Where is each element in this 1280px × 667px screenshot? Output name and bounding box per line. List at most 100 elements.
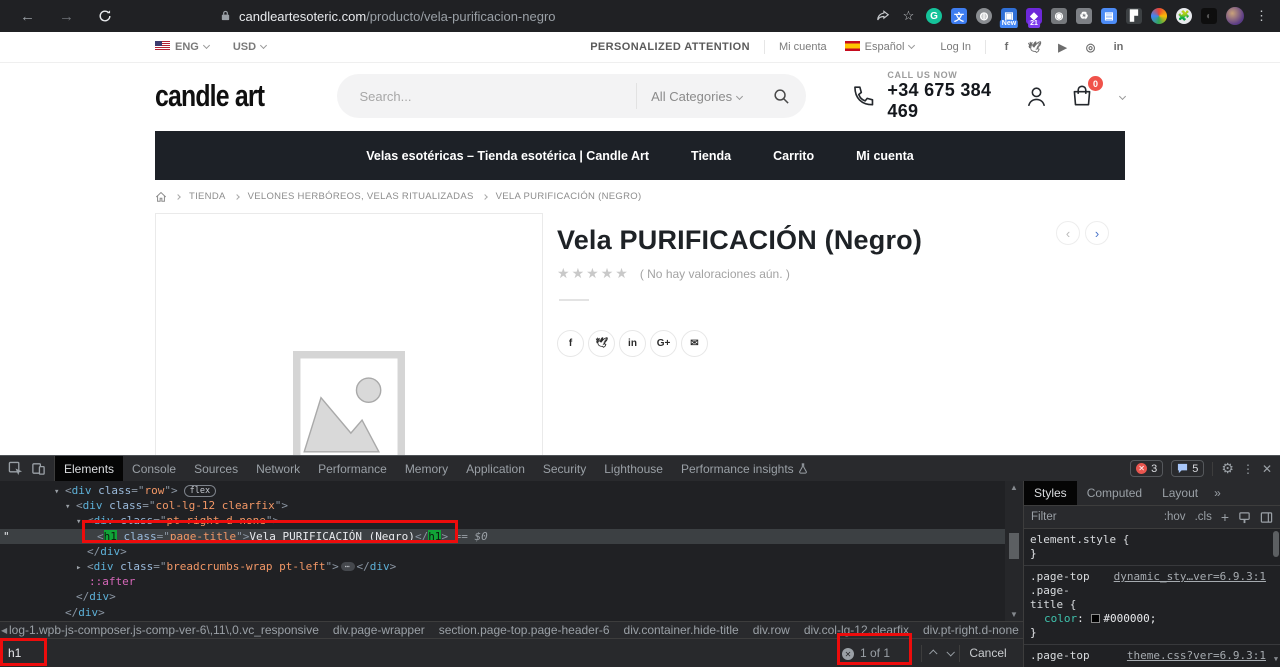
dom-tree-row-2[interactable]: ▾ <div class="col-lg-12 clearfix"> — [0, 498, 1005, 513]
linkedin-icon[interactable]: in — [1112, 41, 1125, 54]
twitter-icon[interactable]: 🕊 — [1028, 41, 1042, 54]
language2-select[interactable]: Español — [844, 41, 916, 53]
dom-tree-row-7[interactable]: ::after — [0, 574, 1005, 589]
cart-button[interactable]: 0 — [1069, 76, 1103, 109]
clear-search-icon[interactable]: ✕ — [842, 648, 854, 660]
share-linkedin-button[interactable]: in — [619, 330, 646, 357]
breadcrumb-item-2[interactable]: VELONES HERBÓREOS, VELAS RITUALIZADAS — [248, 191, 474, 202]
stylesheet-link[interactable]: dynamic_sty…ver=6.9.3:1 — [1114, 570, 1266, 612]
nav-item-3[interactable]: Carrito — [773, 149, 814, 163]
forward-button[interactable]: → — [59, 8, 74, 25]
devtools-tab-performance[interactable]: Performance — [309, 456, 396, 481]
wappalyzer-extension-icon[interactable]: ◆ 21 — [1026, 8, 1042, 28]
crumbs-scroll-left-icon[interactable]: ◀ — [1, 626, 7, 635]
search-input[interactable]: Search... — [337, 89, 636, 104]
styles-filter-input[interactable]: Filter — [1031, 511, 1155, 523]
stylesheet-link[interactable]: theme.css?ver=6.9.3:1 — [1127, 649, 1266, 667]
dom-crumb-5[interactable]: div.row — [753, 623, 790, 637]
dom-tree-row-8[interactable]: </div> — [0, 589, 1005, 604]
dom-tree-row-5[interactable]: </div> — [0, 544, 1005, 559]
class-toggle[interactable]: .cls — [1195, 511, 1212, 523]
rule-selector[interactable]: .page-top .page- title { — [1030, 649, 1123, 667]
share-icon[interactable] — [874, 8, 891, 25]
devtools-tab-console[interactable]: Console — [123, 456, 185, 481]
issues-badge[interactable]: 5 — [1171, 460, 1205, 477]
devtools-tab-performance-insights[interactable]: Performance insights — [672, 456, 817, 481]
styles-scrollbar[interactable]: ▼ — [1272, 529, 1280, 667]
color-swatch[interactable] — [1091, 614, 1101, 623]
login-link[interactable]: Log In — [940, 41, 971, 53]
dom-crumb-2[interactable]: div.page-wrapper — [333, 623, 425, 637]
breadcrumb-item-1[interactable]: TIENDA — [189, 191, 226, 202]
css-property[interactable]: color: #000000; — [1030, 612, 1266, 626]
devtools-menu-icon[interactable]: ⋮ — [1242, 462, 1254, 476]
currency-select[interactable]: USD — [233, 41, 268, 53]
contrast-extension-icon[interactable]: ◐ — [1201, 8, 1217, 24]
devtools-tab-sources[interactable]: Sources — [185, 456, 247, 481]
language-select[interactable]: ENG — [155, 41, 210, 53]
styles-tab-layout[interactable]: Layout — [1152, 481, 1208, 505]
dom-crumb-3[interactable]: section.page-top.page-header-6 — [439, 623, 610, 637]
globe-extension-icon[interactable]: ◍ — [976, 8, 992, 24]
rule-selector[interactable]: element.style { — [1030, 533, 1129, 547]
elements-scrollbar[interactable]: ▲ ▼ — [1005, 481, 1023, 621]
scrollbar-thumb[interactable] — [1009, 533, 1019, 559]
prev-product-button[interactable]: ‹ — [1056, 221, 1080, 245]
inspect-element-icon[interactable] — [8, 461, 23, 476]
nav-item-4[interactable]: Mi cuenta — [856, 149, 914, 163]
dom-crumb-1[interactable]: log-1.wpb-js-composer.js-comp-ver-6\,11\… — [9, 623, 319, 637]
nav-item-2[interactable]: Tienda — [691, 149, 731, 163]
facebook-icon[interactable]: f — [1000, 41, 1013, 54]
new-rule-button[interactable]: + — [1221, 509, 1229, 525]
device-toolbar-icon[interactable] — [31, 461, 46, 476]
capture-extension-icon[interactable]: ▣ New — [999, 8, 1019, 28]
dom-tree-row-1[interactable]: ▾ <div class="row"> flex — [0, 483, 1005, 498]
clipboard-extension-icon[interactable]: ▤ — [1101, 8, 1117, 24]
phone-number[interactable]: +34 675 384 469 — [887, 80, 1024, 122]
devtools-tab-memory[interactable]: Memory — [396, 456, 457, 481]
youtube-icon[interactable]: ▶ — [1056, 41, 1069, 54]
dom-tree-row-9[interactable]: </div> — [0, 605, 1005, 620]
site-logo[interactable]: candle art — [155, 78, 265, 114]
devtools-close-icon[interactable]: ✕ — [1262, 462, 1272, 476]
dom-tree-row-3[interactable]: ▾ <div class="pt-right d-none"> — [0, 513, 1005, 528]
browser-menu-icon[interactable]: ⋮ — [1253, 8, 1270, 25]
categories-dropdown[interactable]: All Categories — [636, 83, 756, 109]
instagram-icon[interactable]: ◎ — [1084, 41, 1097, 54]
styles-tab-computed[interactable]: Computed — [1077, 481, 1152, 505]
devtools-tab-application[interactable]: Application — [457, 456, 534, 481]
share-facebook-button[interactable]: f — [557, 330, 584, 357]
devtools-tab-lighthouse[interactable]: Lighthouse — [595, 456, 672, 481]
dom-crumb-4[interactable]: div.container.hide-title — [624, 623, 739, 637]
dom-tree-row-4[interactable]: " <h1 class="page-title">Vela PURIFICACIÓ… — [0, 528, 1005, 544]
styles-tab-styles[interactable]: Styles — [1024, 481, 1077, 505]
share-twitter-button[interactable]: 🕊 — [588, 330, 615, 357]
next-product-button[interactable]: › — [1085, 221, 1109, 245]
window-extension-icon[interactable]: ▛ — [1126, 8, 1142, 24]
back-button[interactable]: ← — [20, 8, 35, 25]
star-rating[interactable]: ★★★★★ — [557, 265, 630, 282]
dom-crumb-7[interactable]: div.pt-right.d-none — [923, 623, 1019, 637]
home-icon[interactable] — [155, 191, 167, 203]
share-email-button[interactable]: ✉ — [681, 330, 708, 357]
grammarly-extension-icon[interactable]: G — [926, 8, 942, 24]
translate-extension-icon[interactable]: 文 — [951, 8, 967, 24]
devtools-settings-icon[interactable]: ⚙ — [1221, 460, 1234, 477]
pseudo-state-toggle[interactable]: :hov — [1164, 511, 1186, 523]
rendering-emulation-icon[interactable] — [1238, 511, 1251, 524]
devtools-tab-security[interactable]: Security — [534, 456, 595, 481]
devtools-tab-elements[interactable]: Elements — [55, 456, 124, 481]
account-icon[interactable] — [1024, 84, 1049, 109]
profile-avatar[interactable] — [1226, 7, 1244, 25]
reload-button[interactable] — [98, 9, 112, 23]
dom-tree-row-6[interactable]: ▸ <div class="breadcrumbs-wrap pt-left"> ⋯… — [0, 559, 1005, 574]
tabs-overflow-icon[interactable]: » — [1208, 486, 1226, 500]
colorpicker-extension-icon[interactable] — [1151, 8, 1167, 24]
camera-extension-icon[interactable]: ◉ — [1051, 8, 1067, 24]
chevron-down-icon[interactable] — [1118, 92, 1127, 100]
share-google-plus-button[interactable]: G+ — [650, 330, 677, 357]
dom-search-input[interactable]: h1 — [8, 646, 21, 660]
nav-item-1[interactable]: Velas esotéricas – Tienda esotérica | Ca… — [366, 149, 649, 163]
search-next-button[interactable] — [942, 645, 958, 661]
search-cancel-button[interactable]: Cancel — [962, 646, 1014, 660]
